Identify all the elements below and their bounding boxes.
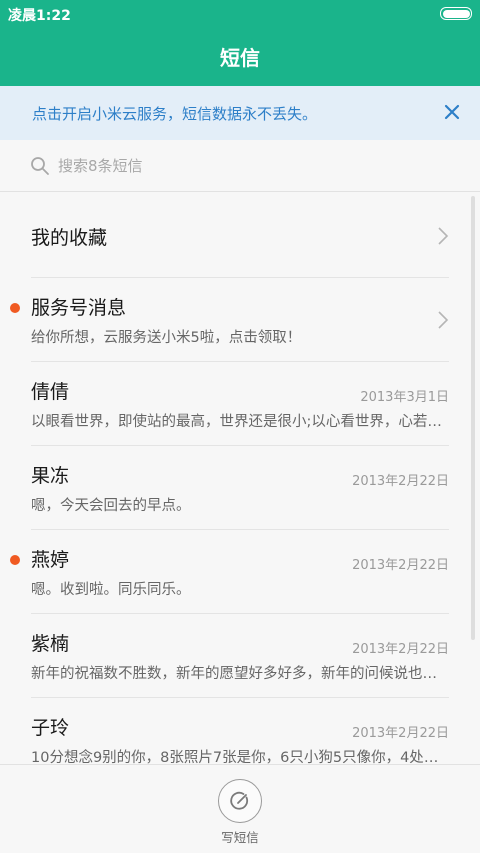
message-preview: 10分想念9别的你，8张照片7张是你，6只小狗5只像你，4处寻你 — [31, 750, 449, 764]
cloud-service-banner[interactable]: 点击开启小米云服务，短信数据永不丢失。 — [0, 86, 480, 140]
service-messages-title: 服务号消息 — [31, 297, 127, 319]
search-input[interactable] — [58, 152, 438, 180]
bottom-bar: 写短信 — [0, 764, 480, 853]
status-time: 凌晨1:22 — [8, 8, 71, 24]
message-preview: 以眼看世界，即使站的最高，世界还是很小;以心看世界，心若井底之蛙 — [31, 414, 449, 430]
compose-label: 写短信 — [221, 830, 259, 845]
message-preview: 嗯，今天会回去的早点。 — [31, 498, 191, 514]
banner-text[interactable]: 点击开启小米云服务，短信数据永不丢失。 — [32, 103, 317, 124]
conversation-row[interactable]: 倩倩 2013年3月1日 以眼看世界，即使站的最高，世界还是很小;以心看世界，心… — [0, 362, 480, 446]
conversation-row[interactable]: 子玲 2013年2月22日 10分想念9别的你，8张照片7张是你，6只小狗5只像… — [0, 698, 480, 764]
chevron-right-icon — [438, 227, 449, 245]
service-messages-preview: 给你所想，云服务送小米5啦，点击领取！ — [31, 330, 302, 346]
message-preview: 新年的祝福数不胜数，新年的愿望好多好多，新年的问候说也说不完 — [31, 666, 449, 682]
contact-name: 倩倩 — [31, 381, 70, 403]
favorites-label: 我的收藏 — [31, 227, 108, 249]
conversation-row[interactable]: 紫楠 2013年2月22日 新年的祝福数不胜数，新年的愿望好多好多，新年的问候说… — [0, 614, 480, 698]
unread-dot — [10, 303, 20, 313]
scrollbar[interactable] — [471, 196, 475, 640]
message-date: 2013年2月22日 — [352, 642, 449, 657]
service-messages-row[interactable]: 服务号消息 给你所想，云服务送小米5啦，点击领取！ — [0, 278, 480, 362]
contact-name: 燕婷 — [31, 549, 70, 571]
page-title: 短信 — [220, 46, 260, 70]
message-date: 2013年2月22日 — [352, 726, 449, 741]
close-icon — [444, 104, 460, 120]
compose-button[interactable] — [218, 779, 262, 823]
conversation-row[interactable]: 果冻 2013年2月22日 嗯，今天会回去的早点。 — [0, 446, 480, 530]
status-bar: 凌晨1:22 — [0, 0, 480, 28]
compose-icon — [230, 791, 249, 810]
search-icon — [31, 157, 49, 175]
messaging-app: 凌晨1:22 短信 点击开启小米云服务，短信数据永不丢失。 我的收藏 — [0, 0, 480, 853]
message-preview: 嗯。收到啦。同乐同乐。 — [31, 582, 191, 598]
conversation-list: 我的收藏 服务号消息 给你所想，云服务送小米5啦，点击领取！ 倩倩 2013年3… — [0, 194, 480, 764]
contact-name: 果冻 — [31, 465, 70, 487]
chevron-right-icon — [438, 311, 449, 329]
battery-icon — [440, 7, 472, 20]
message-date: 2013年2月22日 — [352, 474, 449, 489]
contact-name: 子玲 — [31, 717, 70, 739]
message-date: 2013年2月22日 — [352, 558, 449, 573]
favorites-row[interactable]: 我的收藏 — [0, 194, 480, 278]
close-banner-button[interactable] — [438, 98, 466, 126]
battery-level — [442, 9, 470, 18]
app-header: 短信 — [0, 28, 480, 86]
unread-dot — [10, 555, 20, 565]
message-date: 2013年3月1日 — [360, 390, 449, 405]
conversation-row[interactable]: 燕婷 2013年2月22日 嗯。收到啦。同乐同乐。 — [0, 530, 480, 614]
contact-name: 紫楠 — [31, 633, 70, 655]
search-bar[interactable] — [0, 140, 480, 192]
